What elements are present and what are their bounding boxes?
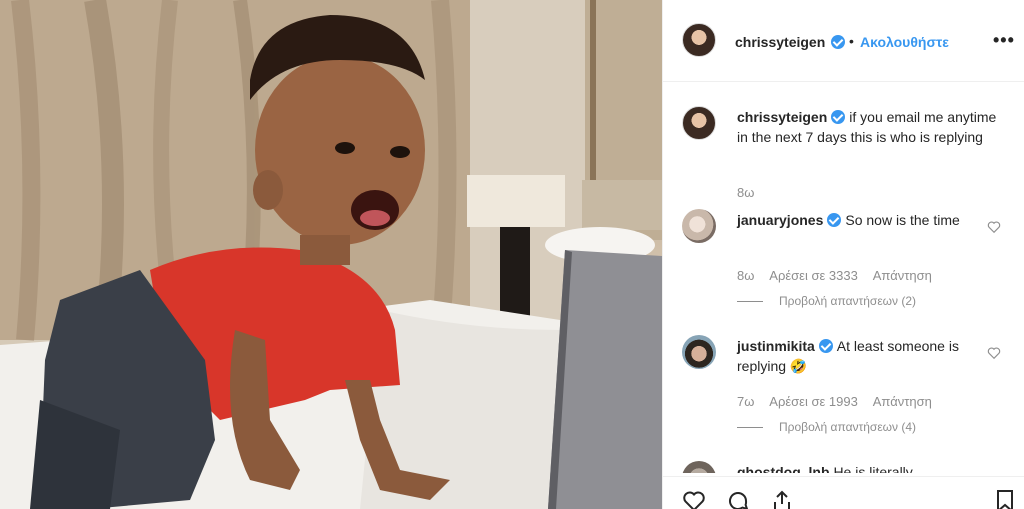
comment-username[interactable]: ghostdog_lnb <box>737 464 830 473</box>
post-sidebar: chrissyteigen • Ακολουθήστε ••• chrissyt… <box>662 0 1024 509</box>
comment-avatar[interactable] <box>682 461 716 473</box>
replies-divider <box>737 301 763 303</box>
post-photo <box>0 0 662 509</box>
replies-divider <box>737 427 763 429</box>
comment-text-block: ghostdog_lnb He is literally <box>737 462 997 473</box>
verified-badge-icon <box>831 35 845 49</box>
caption-meta: 8ω <box>737 185 766 200</box>
heart-icon[interactable] <box>987 220 1001 234</box>
heart-icon[interactable] <box>987 346 1001 360</box>
caption-text-block: chrissyteigen if you email me anytime in … <box>737 107 1007 147</box>
comment-meta: 7ω Αρέσει σε 1993 Απάντηση <box>737 394 944 409</box>
author-username[interactable]: chrissyteigen <box>735 34 825 50</box>
comments-list[interactable]: chrissyteigen if you email me anytime in … <box>663 83 1024 473</box>
verified-badge-icon <box>831 110 846 124</box>
view-replies-label: Προβολή απαντήσεων (4) <box>779 420 917 434</box>
verified-badge-icon <box>818 339 833 353</box>
view-replies-label: Προβολή απαντήσεων (2) <box>779 294 917 308</box>
comment-time[interactable]: 8ω <box>737 268 754 283</box>
comment-text-block: januaryjones So now is the time <box>737 210 967 230</box>
view-replies-button[interactable]: Προβολή απαντήσεων (4) <box>737 420 916 434</box>
post-actions-bar <box>663 476 1024 509</box>
comment-icon[interactable] <box>725 489 751 509</box>
comment-avatar[interactable] <box>682 335 716 369</box>
photo-illustration <box>0 0 662 509</box>
comment-time[interactable]: 7ω <box>737 394 754 409</box>
follow-button[interactable]: Ακολουθήστε <box>860 34 949 50</box>
comment-text-block: justinmikita At least someone is replying… <box>737 336 967 376</box>
bookmark-icon[interactable] <box>993 489 1017 509</box>
comment-avatar[interactable] <box>682 209 716 243</box>
reply-button[interactable]: Απάντηση <box>873 268 932 283</box>
comment-text: He is literally <box>833 464 913 473</box>
comment-meta: 8ω Αρέσει σε 3333 Απάντηση <box>737 268 944 283</box>
comment-username[interactable]: justinmikita <box>737 338 815 354</box>
comment-username[interactable]: januaryjones <box>737 212 823 228</box>
caption-username[interactable]: chrissyteigen <box>737 109 827 125</box>
post-header: chrissyteigen • Ακολουθήστε ••• <box>663 0 1024 82</box>
caption-time[interactable]: 8ω <box>737 185 754 200</box>
comment-likes[interactable]: Αρέσει σε 1993 <box>769 394 858 409</box>
view-replies-button[interactable]: Προβολή απαντήσεων (2) <box>737 294 916 308</box>
more-options-icon[interactable]: ••• <box>993 30 1015 51</box>
heart-icon[interactable] <box>987 472 1001 473</box>
verified-badge-icon <box>827 213 842 227</box>
caption-avatar[interactable] <box>682 106 716 140</box>
separator-dot: • <box>849 33 854 49</box>
comment-text: So now is the time <box>845 212 960 228</box>
share-icon[interactable] <box>769 489 795 509</box>
author-avatar[interactable] <box>682 23 716 57</box>
reply-button[interactable]: Απάντηση <box>873 394 932 409</box>
heart-icon[interactable] <box>681 489 707 509</box>
comment-likes[interactable]: Αρέσει σε 3333 <box>769 268 858 283</box>
